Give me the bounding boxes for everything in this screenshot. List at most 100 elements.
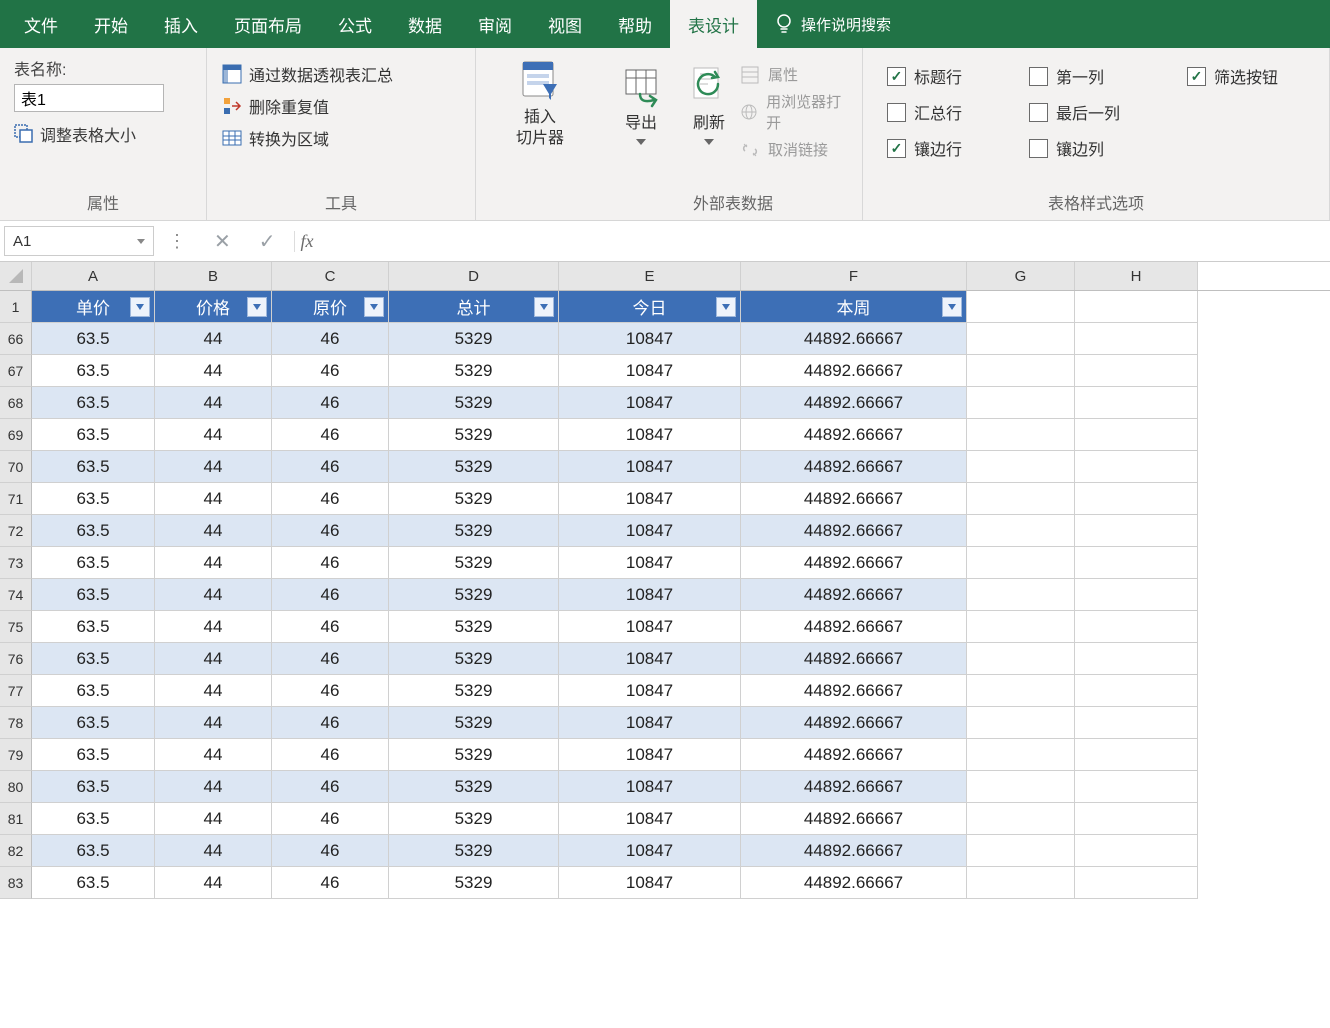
cell[interactable]: 44 (155, 803, 272, 835)
row-header[interactable]: 81 (0, 803, 32, 835)
col-header-E[interactable]: E (559, 262, 741, 290)
cell[interactable]: 46 (272, 803, 389, 835)
cell[interactable]: 46 (272, 867, 389, 899)
chk-last-column[interactable]: 最后一列 (1029, 100, 1157, 124)
cell[interactable] (1075, 707, 1198, 739)
cell[interactable]: 5329 (389, 387, 559, 419)
cell[interactable]: 10847 (559, 579, 741, 611)
row-header[interactable]: 68 (0, 387, 32, 419)
cell[interactable] (1075, 675, 1198, 707)
cell[interactable]: 44892.66667 (741, 835, 967, 867)
cell[interactable]: 46 (272, 835, 389, 867)
cell[interactable]: 44 (155, 675, 272, 707)
cell[interactable] (1075, 355, 1198, 387)
filter-button[interactable] (130, 297, 150, 317)
name-box[interactable]: A1 (4, 226, 154, 256)
cell[interactable]: 46 (272, 355, 389, 387)
col-header-F[interactable]: F (741, 262, 967, 290)
cell[interactable]: 44 (155, 739, 272, 771)
row-header[interactable]: 78 (0, 707, 32, 739)
cell[interactable]: 44 (155, 643, 272, 675)
tell-me-search[interactable]: 操作说明搜索 (757, 0, 891, 48)
chk-first-column[interactable]: 第一列 (1029, 64, 1157, 88)
cell[interactable]: 46 (272, 483, 389, 515)
cell[interactable]: 10847 (559, 707, 741, 739)
cell[interactable]: 5329 (389, 611, 559, 643)
cell[interactable]: 44 (155, 387, 272, 419)
select-all-corner[interactable] (0, 262, 32, 290)
cell[interactable]: 46 (272, 451, 389, 483)
tab-help[interactable]: 帮助 (600, 0, 670, 48)
cell[interactable]: 10847 (559, 515, 741, 547)
cell[interactable] (967, 547, 1075, 579)
cancel-formula-button[interactable]: ✕ (200, 229, 245, 254)
cell[interactable] (1075, 611, 1198, 643)
row-header[interactable]: 79 (0, 739, 32, 771)
cell[interactable]: 63.5 (32, 547, 155, 579)
cell[interactable] (967, 387, 1075, 419)
cell[interactable] (967, 675, 1075, 707)
cell[interactable]: 44 (155, 355, 272, 387)
cell[interactable]: 44892.66667 (741, 355, 967, 387)
cell[interactable]: 10847 (559, 451, 741, 483)
cell[interactable]: 5329 (389, 515, 559, 547)
col-header-D[interactable]: D (389, 262, 559, 290)
cell[interactable]: 44892.66667 (741, 387, 967, 419)
chk-filter-button[interactable]: 筛选按钮 (1187, 64, 1315, 88)
cell[interactable]: 44892.66667 (741, 579, 967, 611)
cell[interactable]: 5329 (389, 835, 559, 867)
cell[interactable]: 46 (272, 547, 389, 579)
cell[interactable]: 44892.66667 (741, 451, 967, 483)
cell[interactable]: 5329 (389, 739, 559, 771)
cell[interactable]: 5329 (389, 419, 559, 451)
cell[interactable]: 63.5 (32, 739, 155, 771)
cell[interactable]: 5329 (389, 323, 559, 355)
cell[interactable]: 46 (272, 387, 389, 419)
cell[interactable]: 46 (272, 643, 389, 675)
cell[interactable]: 10847 (559, 355, 741, 387)
cell[interactable]: 10847 (559, 611, 741, 643)
cell[interactable]: 44 (155, 579, 272, 611)
cell[interactable]: 5329 (389, 675, 559, 707)
cell[interactable]: 46 (272, 771, 389, 803)
cell[interactable] (967, 611, 1075, 643)
cell[interactable]: 63.5 (32, 675, 155, 707)
cell[interactable]: 5329 (389, 483, 559, 515)
tab-insert[interactable]: 插入 (146, 0, 216, 48)
cell[interactable] (1075, 419, 1198, 451)
cell[interactable]: 5329 (389, 579, 559, 611)
cell[interactable] (967, 291, 1075, 323)
cell[interactable]: 63.5 (32, 387, 155, 419)
cell[interactable]: 44892.66667 (741, 867, 967, 899)
cell[interactable]: 10847 (559, 387, 741, 419)
cell[interactable] (967, 771, 1075, 803)
row-header[interactable]: 66 (0, 323, 32, 355)
cell[interactable]: 44892.66667 (741, 611, 967, 643)
cell[interactable] (1075, 739, 1198, 771)
cell[interactable]: 5329 (389, 803, 559, 835)
cell[interactable]: 44892.66667 (741, 547, 967, 579)
cell[interactable]: 63.5 (32, 771, 155, 803)
filter-button[interactable] (364, 297, 384, 317)
cell[interactable]: 63.5 (32, 419, 155, 451)
cell[interactable] (1075, 451, 1198, 483)
cell[interactable] (967, 867, 1075, 899)
col-header-H[interactable]: H (1075, 262, 1198, 290)
chk-header-row[interactable]: 标题行 (887, 64, 999, 88)
cell[interactable]: 10847 (559, 867, 741, 899)
cell[interactable]: 44892.66667 (741, 515, 967, 547)
cell[interactable]: 44892.66667 (741, 803, 967, 835)
cell[interactable]: 46 (272, 515, 389, 547)
filter-button[interactable] (716, 297, 736, 317)
col-header-B[interactable]: B (155, 262, 272, 290)
row-header[interactable]: 80 (0, 771, 32, 803)
cell[interactable] (967, 483, 1075, 515)
cell[interactable]: 44 (155, 483, 272, 515)
cell[interactable]: 63.5 (32, 451, 155, 483)
col-header-C[interactable]: C (272, 262, 389, 290)
table-header-cell[interactable]: 价格 (155, 291, 272, 323)
cell[interactable]: 44 (155, 835, 272, 867)
remove-duplicates-button[interactable]: 删除重复值 (221, 94, 461, 118)
row-header[interactable]: 73 (0, 547, 32, 579)
cell[interactable] (967, 515, 1075, 547)
